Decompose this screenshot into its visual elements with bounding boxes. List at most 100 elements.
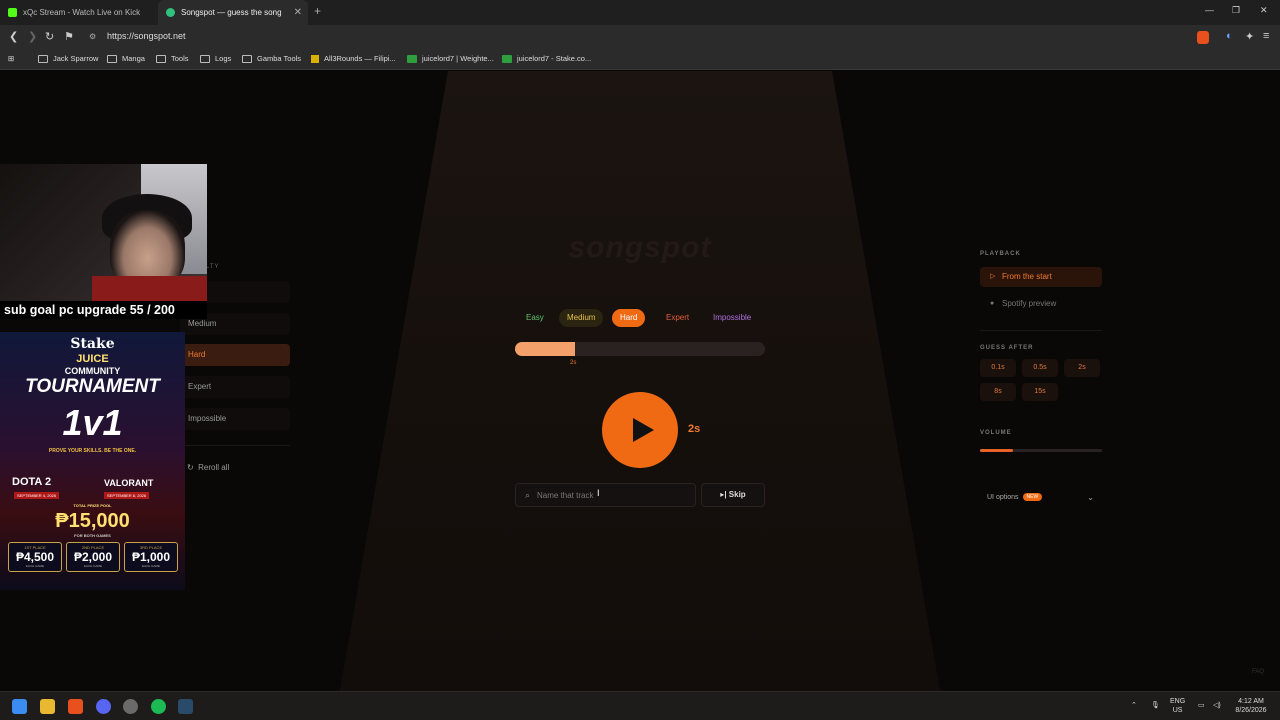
new-tab-button[interactable]: + (314, 4, 321, 18)
microphone-icon[interactable]: 🎙 (1151, 701, 1160, 710)
tab-songspot[interactable]: Songspot — guess the song ✕ (158, 0, 308, 25)
apps-grid-icon[interactable]: ⊞ (8, 54, 14, 63)
skip-icon: ▸| (720, 490, 727, 499)
difficulty-expert[interactable]: Expert (658, 309, 697, 327)
left-difficulty-impossible[interactable]: Impossible (180, 408, 290, 430)
steam-icon[interactable] (178, 699, 193, 714)
brave-browser-icon[interactable] (68, 699, 83, 714)
prize-second: 2ND PLACE ₱2,000 EACH GAME (66, 542, 120, 572)
guess-after-8s[interactable]: 8s (980, 383, 1016, 401)
chevron-down-icon: ⌄ (1087, 493, 1094, 502)
faq-link[interactable]: FAQ (1252, 669, 1264, 675)
poster-pool-label: TOTAL PRIZE POOL (73, 503, 112, 508)
bookmark-juicelord-stake[interactable]: juicelord7 - Stake.co... (502, 54, 591, 63)
guess-input[interactable] (537, 488, 687, 503)
reload-icon[interactable]: ↻ (45, 30, 54, 43)
poster-pool-note: FOR BOTH GAMES (74, 533, 111, 538)
address-bar: ❮ ❯ ↻ ⚑ ⚙ https://songspot.net ◐ ✦ ≡ (0, 25, 1280, 49)
discord-icon[interactable] (96, 699, 111, 714)
bookmark-juicelord-weighted[interactable]: juicelord7 | Weighte... (407, 54, 494, 63)
browser-tab-bar: xQc Stream - Watch Live on Kick Songspot… (0, 0, 1280, 25)
spotlight-background (340, 71, 940, 691)
volume-icon[interactable]: ◁) (1213, 701, 1221, 710)
sub-goal-banner: sub goal pc upgrade 55 / 200 (0, 301, 207, 319)
bookmark-logs[interactable]: Logs (200, 54, 231, 63)
maximize-icon[interactable]: ❐ (1232, 5, 1240, 16)
translate-icon[interactable]: ◐ (1226, 30, 1233, 42)
poster-format: 1v1 (62, 402, 123, 443)
songspot-logo: songspot (568, 231, 712, 264)
forward-icon[interactable]: ❯ (28, 30, 37, 43)
extensions-icon[interactable]: ✦ (1245, 30, 1254, 43)
site-settings-icon[interactable]: ⚙ (89, 32, 96, 41)
left-difficulty-expert[interactable]: Expert (180, 376, 290, 398)
chrome-icon[interactable] (123, 699, 138, 714)
playback-header: PLAYBACK (980, 251, 1021, 257)
poster-pool: ₱15,000 (55, 510, 130, 532)
close-window-icon[interactable]: ✕ (1260, 5, 1268, 16)
divider (980, 330, 1102, 331)
playback-spotify-preview[interactable]: ● Spotify preview (980, 294, 1102, 314)
guess-after-0-1s[interactable]: 0.1s (980, 359, 1016, 377)
site-icon (502, 54, 512, 63)
bookmarks-bar: ⊞ Jack Sparrow Manga Tools Logs Gamba To… (0, 49, 1280, 70)
difficulty-medium[interactable]: Medium (559, 309, 604, 327)
reroll-all-button[interactable]: ↻ Reroll all (187, 463, 229, 472)
site-icon (311, 54, 319, 63)
guess-after-15s[interactable]: 15s (1022, 383, 1058, 401)
songspot-icon (166, 8, 175, 17)
streamer-webcam (0, 164, 207, 301)
spotify-icon[interactable] (151, 699, 166, 714)
play-button[interactable] (602, 392, 678, 468)
tab-kick-stream[interactable]: xQc Stream - Watch Live on Kick (0, 0, 158, 25)
minimize-icon[interactable]: — (1205, 5, 1214, 15)
songspot-page: songspot Easy Medium Hard Expert Impossi… (0, 71, 1280, 691)
text-cursor-icon: I (597, 488, 600, 498)
difficulty-impossible[interactable]: Impossible (705, 309, 759, 327)
difficulty-easy[interactable]: Easy (518, 309, 552, 327)
guess-after-header: GUESS AFTER (980, 345, 1034, 351)
folder-icon (107, 54, 117, 63)
playback-from-start[interactable]: ▷ From the start (980, 267, 1102, 287)
reroll-icon: ↻ (187, 463, 194, 472)
guess-after-0-5s[interactable]: 0.5s (1022, 359, 1058, 377)
windows-start-icon[interactable] (12, 699, 27, 714)
bookmark-tools[interactable]: Tools (156, 54, 189, 63)
language-indicator[interactable]: ENG US (1170, 697, 1185, 715)
left-difficulty-hard[interactable]: Hard (180, 344, 290, 366)
tray-overflow-icon[interactable]: ⌃ (1131, 701, 1137, 710)
poster-date-valorant: SEPTEMBER 8, 2026 (104, 492, 150, 499)
play-icon (633, 418, 654, 442)
bookmark-icon[interactable]: ⚑ (64, 30, 74, 43)
network-icon[interactable]: ▭ (1198, 701, 1205, 710)
prize-third: 3RD PLACE ₱1,000 EACH GAME (124, 542, 178, 572)
close-tab-icon[interactable]: ✕ (294, 7, 302, 18)
ui-options-dropdown[interactable]: UI options NEW ⌄ (980, 487, 1102, 509)
folder-icon (242, 54, 252, 63)
poster-tournament: TOURNAMENT (25, 376, 160, 397)
volume-slider[interactable] (980, 449, 1102, 452)
clock[interactable]: 4:12 AM 8/26/2026 (1230, 697, 1272, 715)
difficulty-hard[interactable]: Hard (612, 309, 646, 327)
snippet-progress-bar (515, 342, 765, 356)
search-icon: ⌕ (525, 490, 531, 500)
file-explorer-icon[interactable] (40, 699, 55, 714)
skip-button[interactable]: ▸| Skip (701, 483, 765, 507)
menu-icon[interactable]: ≡ (1263, 30, 1269, 42)
bookmark-gamba-tools[interactable]: Gamba Tools (242, 54, 301, 63)
back-icon[interactable]: ❮ (9, 30, 18, 43)
bookmark-all3rounds[interactable]: All3Rounds — Filipi... (311, 54, 396, 63)
url-field[interactable]: https://songspot.net (107, 31, 186, 41)
guess-after-2s[interactable]: 2s (1064, 359, 1100, 377)
poster-community: COMMUNITY (64, 366, 121, 376)
bookmark-manga[interactable]: Manga (107, 54, 145, 63)
poster-brand: Stake (70, 336, 115, 352)
folder-icon (38, 54, 48, 63)
volume-header: VOLUME (980, 430, 1012, 436)
kick-icon (8, 8, 17, 17)
tournament-poster: Stake JUICE COMMUNITY TOURNAMENT 1v1 PRO… (0, 332, 185, 590)
guess-search-box: ⌕ (515, 483, 696, 507)
bookmark-jack-sparrow[interactable]: Jack Sparrow (38, 54, 98, 63)
poster-tagline: PROVE YOUR SKILLS. BE THE ONE. (48, 448, 137, 454)
brave-shield-icon[interactable] (1197, 31, 1209, 44)
